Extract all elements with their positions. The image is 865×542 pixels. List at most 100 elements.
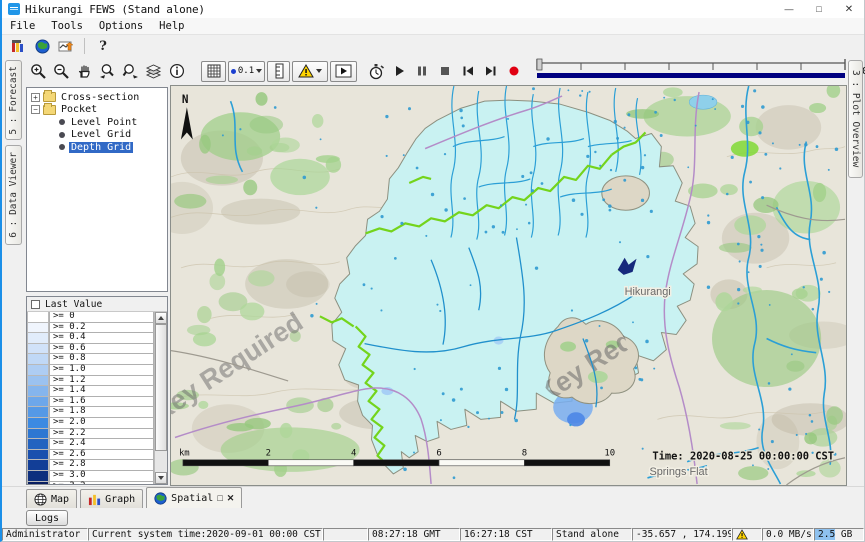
legend-row[interactable]: >= 0 bbox=[27, 312, 154, 323]
tab-plot-overview[interactable]: 3 : Plot Overview bbox=[848, 60, 863, 178]
collapse-icon[interactable]: − bbox=[31, 105, 40, 114]
zoom-in-button[interactable] bbox=[27, 60, 50, 82]
tree-item-label: Level Grid bbox=[69, 129, 133, 140]
tree-item-cross-section[interactable]: + Cross-section bbox=[27, 91, 167, 104]
north-label: N bbox=[182, 93, 189, 106]
legend-row[interactable]: >= 0.2 bbox=[27, 323, 154, 334]
zoom-previous-icon bbox=[99, 63, 116, 80]
legend-row[interactable]: >= 0.4 bbox=[27, 333, 154, 344]
next-frame-icon bbox=[484, 64, 498, 78]
scale-ruler-button[interactable] bbox=[267, 61, 290, 82]
menu-options[interactable]: Options bbox=[91, 18, 151, 34]
zoom-in-icon bbox=[30, 63, 47, 80]
tab-close-icon[interactable]: ✕ bbox=[227, 493, 235, 504]
data-viewer-panel: + Cross-section − Pocket Level P bbox=[24, 85, 170, 486]
legend-row[interactable]: >= 1.0 bbox=[27, 365, 154, 376]
zoom-previous-button[interactable] bbox=[96, 60, 119, 82]
info-icon bbox=[169, 63, 185, 79]
zoom-out-icon bbox=[53, 63, 70, 80]
legend-row[interactable]: >= 2.6 bbox=[27, 450, 154, 461]
legend-row[interactable]: >= 2.8 bbox=[27, 460, 154, 471]
map-view[interactable]: API Key Required bbox=[170, 85, 847, 486]
bullet-icon bbox=[59, 132, 65, 138]
grid-toggle-button[interactable] bbox=[201, 61, 226, 82]
bullet-icon bbox=[59, 119, 65, 125]
pause-button[interactable] bbox=[410, 60, 433, 82]
legend-header: Last Value bbox=[27, 297, 167, 312]
play-button[interactable] bbox=[387, 60, 410, 82]
menu-tools[interactable]: Tools bbox=[43, 18, 91, 34]
maximize-button[interactable]: □ bbox=[804, 0, 834, 18]
chevron-down-icon bbox=[256, 69, 262, 73]
legend-value: >= 2.0 bbox=[49, 418, 154, 429]
layers-button[interactable] bbox=[142, 60, 165, 82]
menu-help[interactable]: Help bbox=[151, 18, 192, 34]
warning-dropdown[interactable] bbox=[292, 61, 328, 82]
legend-row[interactable]: >= 1.4 bbox=[27, 386, 154, 397]
tab-forecast-label: 5 : Forecast bbox=[8, 66, 19, 135]
tab-forecast[interactable]: 5 : Forecast bbox=[5, 60, 22, 140]
time-slider-thumb[interactable] bbox=[537, 59, 542, 70]
legend-row[interactable]: >= 1.2 bbox=[27, 376, 154, 387]
database-explorer-button[interactable] bbox=[6, 36, 30, 56]
status-warning-cell[interactable] bbox=[732, 528, 762, 541]
globe-icon bbox=[35, 39, 50, 54]
legend-row[interactable]: >= 3.2 bbox=[27, 482, 154, 485]
minimize-button[interactable]: — bbox=[774, 0, 804, 18]
legend-color-swatch bbox=[27, 429, 49, 440]
ruler-icon bbox=[273, 63, 285, 79]
close-button[interactable]: ✕ bbox=[834, 0, 864, 18]
chevron-down-icon bbox=[316, 69, 322, 73]
movie-play-icon bbox=[335, 64, 352, 78]
legend-row[interactable]: >= 2.2 bbox=[27, 429, 154, 440]
animation-settings-button[interactable] bbox=[364, 60, 387, 82]
legend-row[interactable]: >= 1.8 bbox=[27, 407, 154, 418]
previous-frame-button[interactable] bbox=[456, 60, 479, 82]
legend-color-swatch bbox=[27, 344, 49, 355]
tab-spatial[interactable]: Spatial □ ✕ bbox=[146, 487, 242, 508]
pan-button[interactable] bbox=[73, 60, 96, 82]
logs-button[interactable]: Logs bbox=[26, 510, 68, 526]
database-icon bbox=[10, 38, 26, 54]
threshold-dropdown[interactable]: 0.1 bbox=[228, 61, 265, 82]
tree-item-label: Level Point bbox=[69, 117, 139, 128]
record-icon bbox=[507, 64, 521, 78]
legend-scrollbar[interactable] bbox=[154, 312, 167, 484]
expand-icon[interactable]: + bbox=[31, 93, 40, 102]
legend-row[interactable]: >= 0.6 bbox=[27, 344, 154, 355]
tree-item-pocket[interactable]: − Pocket bbox=[27, 104, 167, 117]
time-slider[interactable] bbox=[535, 58, 847, 84]
next-frame-button[interactable] bbox=[479, 60, 502, 82]
map-display-button[interactable] bbox=[30, 36, 54, 56]
record-button[interactable] bbox=[502, 60, 525, 82]
movie-player-button[interactable] bbox=[330, 61, 357, 82]
tab-map[interactable]: Map bbox=[26, 489, 77, 508]
scrollbar-thumb[interactable] bbox=[155, 324, 167, 451]
scale-tick-label: 4 bbox=[351, 449, 356, 459]
status-system-time: Current system time:2020-09-01 00:00 CST bbox=[88, 528, 323, 541]
scroll-up-button[interactable] bbox=[155, 312, 167, 324]
spatial-display-button[interactable] bbox=[54, 36, 78, 56]
zoom-out-button[interactable] bbox=[50, 60, 73, 82]
scroll-down-button[interactable] bbox=[155, 472, 167, 484]
legend-row[interactable]: >= 3.0 bbox=[27, 471, 154, 482]
legend-row[interactable]: >= 1.6 bbox=[27, 397, 154, 408]
info-button[interactable] bbox=[165, 60, 188, 82]
title-bar[interactable]: Hikurangi FEWS (Stand alone) — □ ✕ bbox=[2, 0, 864, 18]
zoom-next-button[interactable] bbox=[119, 60, 142, 82]
stop-button[interactable] bbox=[433, 60, 456, 82]
last-value-checkbox[interactable] bbox=[31, 300, 40, 309]
tree-item-level-point[interactable]: Level Point bbox=[27, 116, 167, 129]
tab-graph[interactable]: Graph bbox=[80, 489, 143, 508]
tab-data-viewer[interactable]: 6 : Data Viewer bbox=[5, 145, 22, 245]
legend-row[interactable]: >= 2.4 bbox=[27, 439, 154, 450]
help-button[interactable]: ? bbox=[91, 36, 115, 56]
legend-row[interactable]: >= 0.8 bbox=[27, 354, 154, 365]
scrollbar-track[interactable] bbox=[155, 324, 167, 472]
legend-row[interactable]: >= 2.0 bbox=[27, 418, 154, 429]
status-gmt-time: 08:27:18 GMT bbox=[368, 528, 460, 541]
tree-item-depth-grid[interactable]: Depth Grid bbox=[27, 141, 167, 154]
tab-restore-icon[interactable]: □ bbox=[217, 493, 222, 503]
menu-file[interactable]: File bbox=[2, 18, 43, 34]
tree-item-level-grid[interactable]: Level Grid bbox=[27, 129, 167, 142]
